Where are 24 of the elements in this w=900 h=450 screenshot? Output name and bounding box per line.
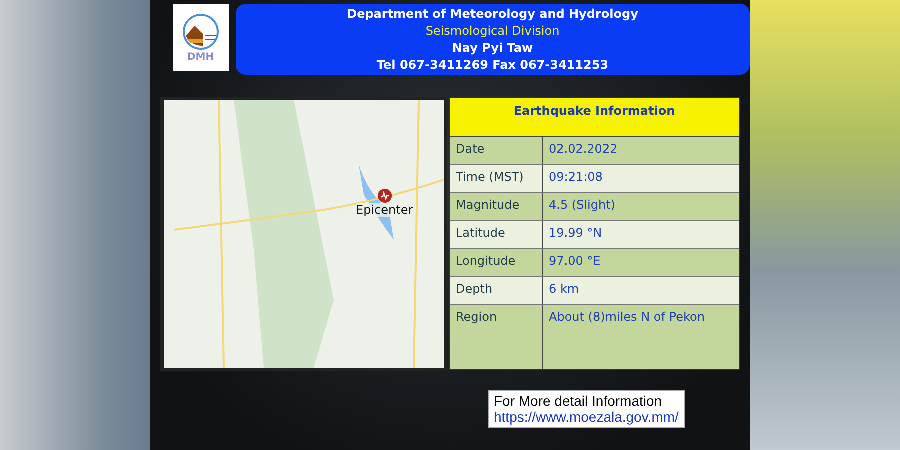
table-cell: Time (MST)	[450, 165, 543, 192]
table-cell-text: About (8)miles N of Pekon	[548, 309, 706, 326]
table-title: Earthquake Information	[450, 98, 739, 137]
table-cell-text: 97.00 °E	[548, 253, 602, 270]
table-cell-text: 09:21:08	[548, 169, 604, 186]
table-cell-text: 19.99 °N	[548, 225, 604, 242]
table-cell-text: 02.02.2022	[548, 141, 619, 158]
table-cell-text: 6 km	[548, 281, 580, 298]
table-cell: Longitude	[450, 249, 543, 276]
info-text: For More detail Information	[494, 393, 664, 409]
logo-text: DMH	[187, 52, 214, 63]
epicenter-label: Epicenter	[356, 203, 414, 217]
header-text: Seismological Division	[426, 22, 560, 40]
table-cell-text: 4.5 (Slight)	[548, 197, 616, 214]
header-text: Tel 067-3411269 Fax 067-3411253	[376, 56, 609, 74]
table-cell: Date	[450, 137, 543, 164]
website-link[interactable]: https://www.moezala.gov.mm/	[494, 409, 679, 425]
table-cell: Magnitude	[450, 193, 543, 220]
table-cell: Region	[450, 305, 543, 369]
epicenter-marker-icon	[378, 189, 392, 203]
table-cell: Depth	[450, 277, 543, 304]
header-text: Department of Meteorology and Hydrology	[347, 6, 638, 22]
header-text: Nay Pyi Taw	[452, 40, 534, 56]
table-cell: Latitude	[450, 221, 543, 248]
